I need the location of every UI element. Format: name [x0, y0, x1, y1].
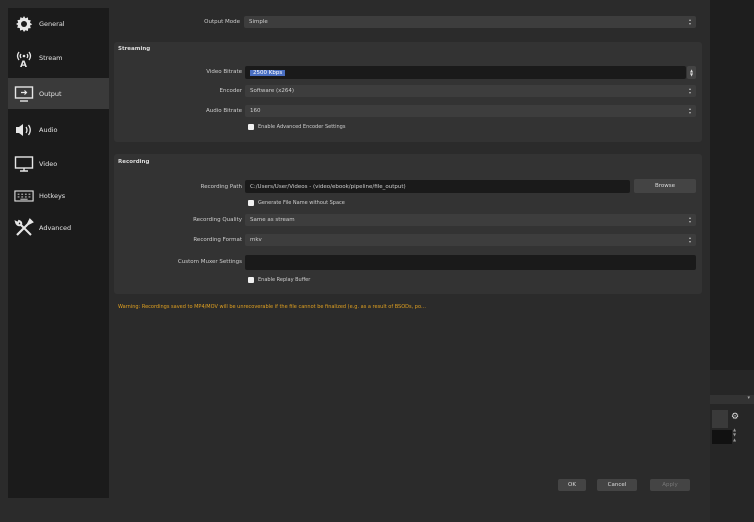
broadcast-icon: A [14, 48, 34, 68]
panel-spin-icon[interactable]: ▲ ▼ ▲ [733, 427, 736, 442]
video-bitrate-label: Video Bitrate [206, 69, 242, 75]
apply-button[interactable]: Apply [650, 479, 690, 491]
recording-format-value: mkv [250, 237, 262, 243]
recording-path-value: C:/Users/User/Videos - (video/ebook/pipe… [250, 183, 406, 190]
warning-text: Warning: Recordings saved to MP4/MOV wil… [118, 304, 428, 310]
encoder-value: Software (x264) [250, 88, 295, 94]
sidebar-item-general[interactable]: General [8, 8, 109, 39]
panel-gear-icon[interactable]: ⚙ [731, 412, 739, 422]
recording-quality-value: Same as stream [250, 217, 295, 223]
recording-group: Recording Recording Path C:/Users/User/V… [114, 154, 702, 294]
recording-format-label: Recording Format [193, 237, 242, 243]
keyboard-icon [14, 186, 34, 206]
audio-bitrate-label: Audio Bitrate [205, 108, 242, 114]
sidebar-item-output[interactable]: Output [8, 78, 109, 109]
sidebar-item-label: Audio [39, 125, 58, 134]
sidebar-item-label: Advanced [39, 223, 72, 232]
audio-bitrate-value: 160 [250, 108, 261, 114]
monitor-output-icon [14, 84, 34, 104]
output-mode-label: Output Mode [204, 19, 240, 25]
cancel-button[interactable]: Cancel [597, 479, 637, 491]
sidebar-item-label: Stream [39, 53, 63, 62]
svg-text:A: A [20, 60, 27, 68]
sidebar-item-label: Video [39, 159, 58, 168]
dropdown-arrows-icon: ▴ ▾ [688, 106, 691, 115]
recording-path-label: Recording Path [200, 184, 242, 190]
recording-format-select[interactable]: mkv ▴ ▾ [245, 234, 696, 246]
recording-path-input[interactable]: C:/Users/User/Videos - (video/ebook/pipe… [245, 180, 630, 193]
checkbox-box[interactable] [248, 200, 254, 206]
audio-bitrate-select[interactable]: 160 ▴ ▾ [245, 105, 696, 117]
sidebar-item-hotkeys[interactable]: Hotkeys [8, 180, 109, 211]
encoder-select[interactable]: Software (x264) ▴ ▾ [245, 85, 696, 97]
encoder-label: Encoder [219, 88, 243, 94]
replay-buffer-checkbox[interactable]: Enable Replay Buffer [248, 277, 310, 283]
streaming-group-title: Streaming [118, 46, 151, 52]
dropdown-arrows-icon: ▴ ▾ [688, 235, 691, 244]
settings-sidebar: General A Stream Output Audio Video Hotk… [8, 8, 109, 498]
recording-group-title: Recording [118, 159, 150, 165]
ok-button[interactable]: OK [558, 479, 586, 491]
sidebar-item-advanced[interactable]: Advanced [8, 212, 109, 243]
replay-buffer-label: Enable Replay Buffer [258, 277, 311, 283]
main-window-panel [710, 370, 754, 522]
advanced-encoder-checkbox[interactable]: Enable Advanced Encoder Settings [248, 124, 345, 130]
dropdown-arrows-icon: ▴ ▾ [688, 86, 691, 95]
video-bitrate-value: 2500 Kbps [250, 69, 286, 76]
custom-muxer-label: Custom Muxer Settings [177, 259, 242, 265]
video-bitrate-input[interactable]: 2500 Kbps [245, 66, 686, 79]
panel-control[interactable] [712, 410, 728, 428]
browse-button[interactable]: Browse [634, 179, 696, 193]
dropdown-arrows-icon: ▴ ▾ [688, 17, 691, 26]
no-space-label: Generate File Name without Space [258, 200, 345, 206]
video-bitrate-spinner[interactable]: ▲ ▼ [687, 66, 696, 79]
recording-quality-label: Recording Quality [193, 217, 242, 223]
sidebar-item-label: Output [39, 89, 62, 98]
checkbox-box[interactable] [248, 124, 254, 130]
streaming-group: Streaming Video Bitrate 2500 Kbps ▲ ▼ Enc… [114, 42, 702, 142]
gear-icon [14, 14, 34, 34]
custom-muxer-input[interactable] [245, 255, 696, 270]
panel-field[interactable] [712, 430, 732, 444]
no-space-checkbox[interactable]: Generate File Name without Space [248, 200, 345, 206]
panel-header: ▾ [710, 395, 754, 404]
output-mode-value: Simple [249, 19, 268, 25]
settings-dialog: General A Stream Output Audio Video Hotk… [0, 0, 710, 522]
checkbox-box[interactable] [248, 277, 254, 283]
monitor-icon [14, 154, 34, 174]
dropdown-arrows-icon: ▴ ▾ [688, 215, 691, 224]
recording-quality-select[interactable]: Same as stream ▴ ▾ [245, 214, 696, 226]
output-mode-select[interactable]: Simple ▴ ▾ [244, 16, 696, 28]
sidebar-item-label: Hotkeys [39, 191, 66, 200]
advanced-encoder-label: Enable Advanced Encoder Settings [258, 124, 346, 130]
panel-menu-icon[interactable]: ▾ [747, 395, 750, 401]
sidebar-item-stream[interactable]: A Stream [8, 42, 109, 73]
speaker-icon [14, 120, 34, 140]
sidebar-item-audio[interactable]: Audio [8, 114, 109, 145]
sidebar-item-video[interactable]: Video [8, 148, 109, 179]
sidebar-item-label: General [39, 19, 65, 28]
tools-icon [14, 217, 34, 238]
